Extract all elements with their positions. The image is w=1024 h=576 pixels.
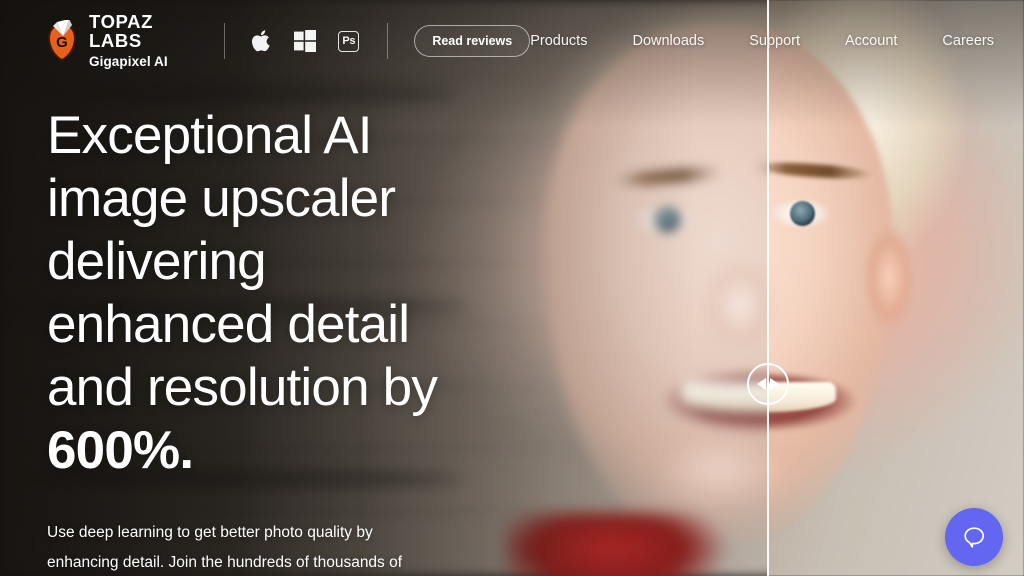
brand-logo[interactable]: G TOPAZ LABS Gigapixel AI <box>44 13 202 69</box>
nav-item-products[interactable]: Products <box>530 33 587 49</box>
header-separator <box>224 23 226 59</box>
headline-line-3: delivering <box>47 232 267 291</box>
svg-text:G: G <box>56 34 68 51</box>
hero-headline: Exceptional AI image upscaler delivering… <box>47 104 467 482</box>
hero-copy: Exceptional AI image upscaler delivering… <box>47 104 467 576</box>
nav-item-support[interactable]: Support <box>749 33 800 49</box>
chat-bubble-icon <box>963 526 984 548</box>
hero-subcopy: Use deep learning to get better photo qu… <box>47 518 445 576</box>
brand-subtitle: Gigapixel AI <box>89 54 168 70</box>
site-header: G TOPAZ LABS Gigapixel AI Ps Read review… <box>0 0 1024 82</box>
slider-divider-line <box>767 0 769 576</box>
primary-nav: Products Downloads Support Account Caree… <box>530 33 1004 49</box>
headline-line-2: image upscaler <box>47 169 396 228</box>
nav-item-downloads[interactable]: Downloads <box>632 33 704 49</box>
read-reviews-button[interactable]: Read reviews <box>414 25 531 57</box>
headline-line-4: enhanced detail <box>47 295 410 354</box>
nav-item-careers[interactable]: Careers <box>942 33 994 49</box>
brand-text: TOPAZ LABS Gigapixel AI <box>89 13 202 69</box>
chat-launcher-button[interactable] <box>945 508 1003 566</box>
headline-line-1: Exceptional AI <box>47 106 372 165</box>
headline-line-5: and resolution by <box>47 358 438 417</box>
windows-icon[interactable] <box>294 30 317 52</box>
arrow-right-icon <box>770 378 779 390</box>
before-after-slider-handle[interactable] <box>747 363 789 405</box>
subcopy-line-1: Use deep learning to get better photo qu… <box>47 524 373 541</box>
photoshop-icon-label: Ps <box>338 30 360 52</box>
header-separator <box>387 23 389 59</box>
arrow-left-icon <box>757 378 766 390</box>
nav-item-account[interactable]: Account <box>845 33 897 49</box>
photoshop-icon[interactable]: Ps <box>338 30 360 52</box>
platform-icons: Ps <box>251 29 360 53</box>
headline-emphasis: 600%. <box>47 421 194 480</box>
brand-title: TOPAZ LABS <box>89 11 153 51</box>
subcopy-line-2: enhancing detail. Join the hundreds of t… <box>47 554 403 571</box>
topaz-gem-logo-icon: G <box>44 19 80 62</box>
apple-icon[interactable] <box>251 29 272 53</box>
